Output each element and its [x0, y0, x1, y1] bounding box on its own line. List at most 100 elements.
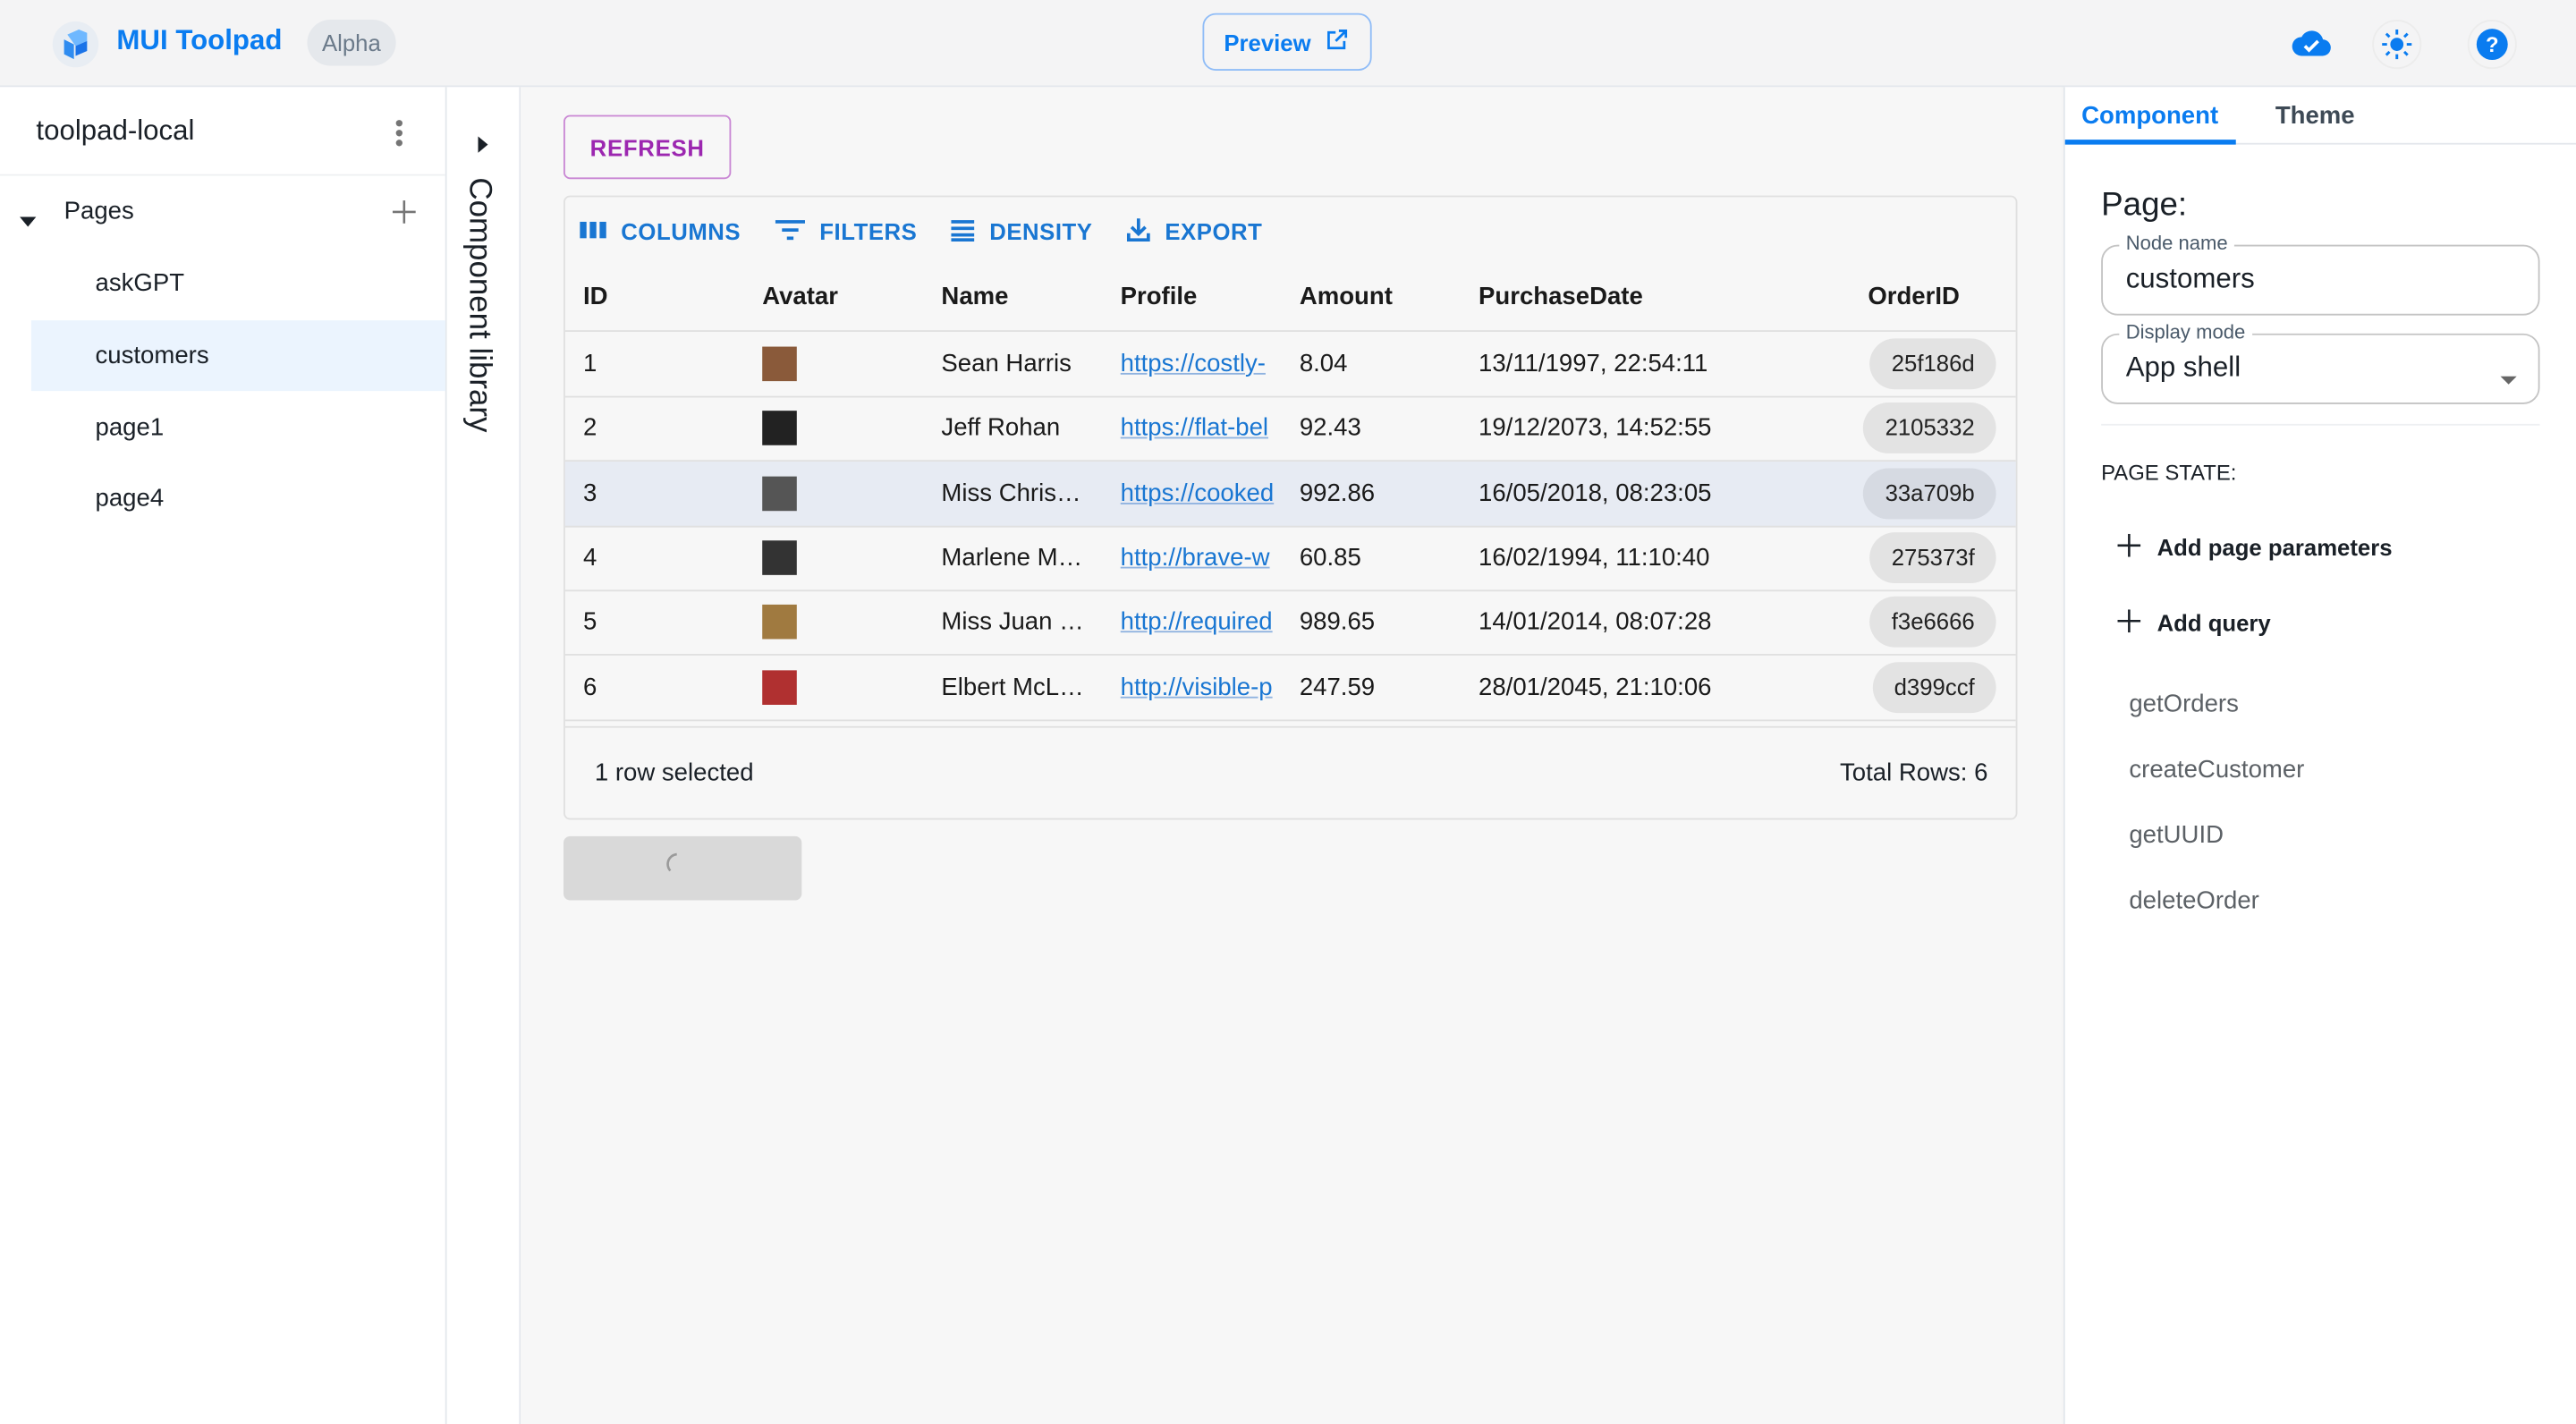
- cell-purchase-date: 16/02/1994, 11:10:40: [1479, 543, 1710, 572]
- column-header-orderid[interactable]: OrderID: [1868, 265, 1960, 330]
- total-rows: Total Rows: 6: [1840, 759, 1988, 787]
- caret-down-icon[interactable]: [20, 206, 37, 235]
- avatar-image: [762, 540, 797, 575]
- light-mode-icon[interactable]: [2372, 20, 2422, 70]
- cell-id: 3: [583, 479, 597, 507]
- cell-purchase-date: 13/11/1997, 22:54:11: [1479, 350, 1708, 378]
- node-name-field[interactable]: Node name customers: [2101, 231, 2540, 316]
- toolpad-logo-icon: [52, 21, 99, 68]
- order-id-chip: d399ccf: [1872, 661, 1996, 713]
- divider: [0, 174, 445, 176]
- cell-amount: 989.65: [1299, 607, 1376, 637]
- more-vert-icon[interactable]: [387, 116, 411, 149]
- cell-name: Miss Juan …: [941, 607, 1084, 637]
- tab-component[interactable]: Component: [2081, 87, 2218, 144]
- column-header-amount[interactable]: Amount: [1300, 265, 1393, 330]
- data-grid: COLUMNS FILTERS DENSITY EXPORT ID Avatar…: [563, 195, 2018, 820]
- column-header-profile[interactable]: Profile: [1121, 265, 1198, 330]
- cell-profile-link[interactable]: http://brave-w: [1121, 526, 1284, 590]
- cell-profile-link[interactable]: https://cooked: [1121, 461, 1284, 525]
- cell-profile-link[interactable]: http://required: [1121, 590, 1284, 655]
- avatar-image: [762, 346, 797, 382]
- pages-tree-header[interactable]: Pages: [0, 196, 445, 232]
- loading-button[interactable]: [563, 835, 802, 901]
- export-label: EXPORT: [1165, 218, 1263, 245]
- table-row[interactable]: 3 Miss Chris… https://cooked 992.86 16/05/20…: [564, 461, 2016, 527]
- avatar-image: [762, 669, 797, 705]
- cell-profile-link[interactable]: https://costly-: [1121, 332, 1284, 396]
- order-id-chip: 33a709b: [1863, 467, 1996, 519]
- cell-id: 5: [583, 607, 597, 637]
- caret-right-icon[interactable]: [478, 131, 488, 161]
- download-icon: [1125, 216, 1151, 248]
- column-header-name[interactable]: Name: [941, 265, 1008, 330]
- pages-label: Pages: [64, 197, 134, 225]
- query-item[interactable]: deleteOrder: [2129, 887, 2259, 915]
- grid-footer: 1 row selected Total Rows: 6: [564, 725, 2016, 820]
- selected-count: 1 row selected: [594, 759, 754, 787]
- node-name-label: Node name: [2119, 231, 2234, 255]
- divider: [2101, 423, 2540, 426]
- page-item-customers[interactable]: customers: [30, 320, 445, 392]
- add-query-button[interactable]: Add query: [2117, 605, 2271, 640]
- grid-toolbar: COLUMNS FILTERS DENSITY EXPORT: [579, 214, 1263, 250]
- density-button[interactable]: DENSITY: [950, 214, 1092, 250]
- query-item[interactable]: getUUID: [2129, 821, 2224, 849]
- column-header-avatar[interactable]: Avatar: [762, 265, 838, 330]
- table-row[interactable]: 6 Elbert McL… http://visible-p 247.59 28/01/…: [564, 655, 2016, 721]
- filter-list-icon: [774, 217, 807, 245]
- svg-text:?: ?: [2486, 33, 2499, 57]
- filters-button[interactable]: FILTERS: [774, 214, 918, 250]
- tab-theme[interactable]: Theme: [2275, 87, 2355, 144]
- add-icon: [2117, 533, 2141, 561]
- component-library-drawer[interactable]: Component library: [446, 87, 521, 1424]
- table-row[interactable]: 5 Miss Juan … http://required 989.65 14/01/2…: [564, 590, 2016, 657]
- project-name: toolpad-local: [36, 114, 195, 147]
- refresh-button[interactable]: REFRESH: [563, 114, 732, 180]
- column-header-id[interactable]: ID: [583, 265, 608, 330]
- add-query-label: Add query: [2157, 609, 2271, 636]
- node-name-value[interactable]: customers: [2126, 263, 2255, 296]
- table-row[interactable]: 1 Sean Harris https://costly- 8.04 13/11/199…: [564, 332, 2016, 398]
- cell-purchase-date: 19/12/2073, 14:52:55: [1479, 414, 1712, 443]
- table-row[interactable]: 4 Marlene M… http://brave-w 60.85 16/02/1994…: [564, 526, 2016, 592]
- preview-button[interactable]: Preview: [1202, 13, 1372, 71]
- query-item[interactable]: getOrders: [2129, 690, 2239, 717]
- page-item-askgpt[interactable]: askGPT: [31, 248, 445, 318]
- cell-profile-link[interactable]: https://flat-bel: [1121, 396, 1284, 461]
- columns-label: COLUMNS: [621, 218, 741, 245]
- avatar-image: [762, 605, 797, 640]
- help-icon[interactable]: ?: [2467, 20, 2517, 70]
- cell-purchase-date: 28/01/2045, 21:10:06: [1479, 673, 1712, 701]
- columns-button[interactable]: COLUMNS: [579, 214, 741, 250]
- page-item-page1[interactable]: page1: [31, 393, 445, 463]
- component-library-label[interactable]: Component library: [460, 177, 496, 432]
- display-mode-select[interactable]: Display mode App shell: [2101, 320, 2540, 404]
- cell-purchase-date: 14/01/2014, 08:07:28: [1479, 607, 1712, 637]
- export-button[interactable]: EXPORT: [1125, 214, 1262, 250]
- cell-profile-link[interactable]: http://visible-p: [1121, 655, 1284, 719]
- query-item[interactable]: createCustomer: [2129, 756, 2304, 784]
- cell-amount: 247.59: [1299, 673, 1376, 701]
- cell-name: Elbert McL…: [941, 673, 1084, 701]
- filters-label: FILTERS: [819, 218, 918, 245]
- column-header-purchasedate[interactable]: PurchaseDate: [1479, 265, 1643, 330]
- cell-amount: 992.86: [1299, 479, 1376, 507]
- add-page-parameters-button[interactable]: Add page parameters: [2117, 529, 2393, 564]
- app-brand[interactable]: MUI Toolpad: [116, 25, 282, 58]
- table-row[interactable]: 2 Jeff Rohan https://flat-bel 92.43 19/12/20…: [564, 396, 2016, 462]
- active-tab-indicator: [2064, 140, 2236, 145]
- add-page-icon[interactable]: [391, 199, 417, 233]
- cloud-check-icon[interactable]: [2289, 20, 2334, 65]
- view-column-icon: [579, 217, 608, 245]
- avatar-image: [762, 411, 797, 446]
- dropdown-arrow-icon[interactable]: [2500, 365, 2517, 394]
- alpha-badge: Alpha: [307, 20, 396, 66]
- inspector-panel: Component Theme Page: Node name customer…: [2063, 87, 2576, 1424]
- add-page-parameters-label: Add page parameters: [2157, 533, 2393, 561]
- open-in-new-icon: [1324, 26, 1350, 57]
- density-label: DENSITY: [989, 218, 1093, 245]
- order-id-chip: 2105332: [1863, 403, 1996, 454]
- page-item-page4[interactable]: page4: [31, 463, 445, 534]
- cell-id: 1: [583, 350, 597, 378]
